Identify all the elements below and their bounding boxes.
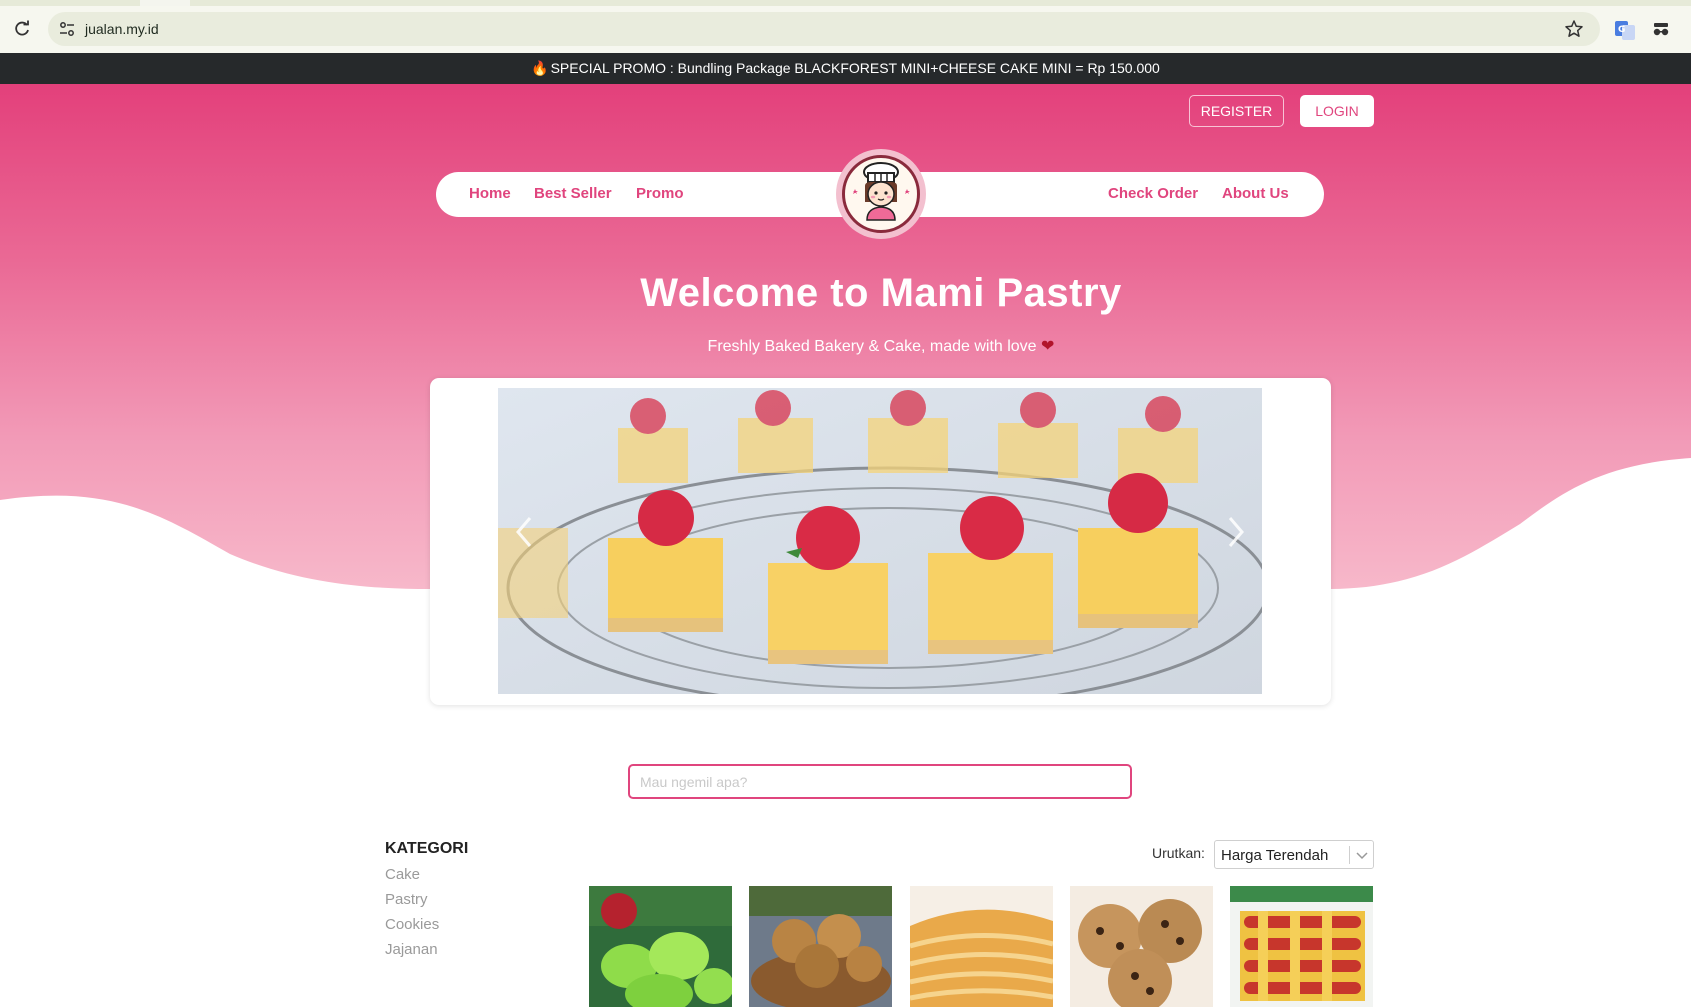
svg-text:G: G [1618,25,1625,35]
sesame-balls-photo [749,886,892,1007]
product-card[interactable] [1070,886,1213,1007]
sort-selected-value: Harga Terendah [1221,847,1329,864]
translate-extension-icon[interactable]: G [1614,19,1636,41]
lemon-bars-raspberry-photo [498,388,1262,694]
hero-title: Welcome to Mami Pastry [640,271,1122,315]
nav-best-seller[interactable]: Best Seller [534,185,612,202]
reload-icon[interactable] [12,19,32,39]
category-title: KATEGORI [385,840,469,857]
nav-check-order[interactable]: Check Order [1108,185,1198,202]
chef-girl-icon [853,162,910,221]
nav-about-us[interactable]: About Us [1222,185,1289,202]
category-pastry[interactable]: Pastry [385,891,428,908]
bookmark-star-icon[interactable] [1564,19,1584,39]
green-pandan-bundt-cakes-photo [589,886,732,1007]
sort-select[interactable]: Harga Terendah [1214,840,1374,869]
sort-separator [1349,846,1350,864]
flaky-pastry-photo [910,886,1053,1007]
register-button[interactable]: REGISTER [1189,95,1284,127]
category-jajanan[interactable]: Jajanan [385,941,438,958]
promo-banner: 🔥 SPECIAL PROMO : Bundling Package BLACKF… [0,53,1691,84]
carousel-slide-image [498,388,1262,694]
hero-subtitle: Freshly Baked Bakery & Cake, made with l… [0,336,1691,356]
product-card[interactable] [910,886,1053,1007]
browser-toolbar: jualan.my.id G [0,6,1691,53]
search-input[interactable] [628,764,1132,799]
nav-promo[interactable]: Promo [636,185,684,202]
url-text[interactable]: jualan.my.id [85,21,159,37]
hero-subtitle-text: Freshly Baked Bakery & Cake, made with l… [707,338,1037,355]
sort-label: Urutkan: [1152,845,1205,861]
site-settings-icon[interactable] [58,20,76,38]
category-cake[interactable]: Cake [385,866,420,883]
product-card[interactable] [749,886,892,1007]
woven-sausage-pastry-photo [1230,886,1373,1007]
address-bar[interactable]: jualan.my.id [48,12,1600,46]
product-card[interactable] [589,886,732,1007]
carousel [430,378,1331,705]
product-card[interactable] [1230,886,1373,1007]
fire-icon: 🔥 [531,60,549,76]
category-cookies[interactable]: Cookies [385,916,439,933]
heart-icon: ❤ [1041,338,1055,355]
chevron-right-icon[interactable] [1220,512,1250,552]
nav-home[interactable]: Home [469,185,511,202]
chocolate-chip-cookies-photo [1070,886,1213,1007]
login-button[interactable]: LOGIN [1300,95,1374,127]
incognito-extension-icon[interactable] [1650,20,1672,40]
chevron-left-icon[interactable] [510,512,540,552]
chef-girl-logo[interactable] [836,149,926,239]
promo-text: SPECIAL PROMO : Bundling Package BLACKFO… [550,60,1160,76]
logo-badge [842,155,920,233]
chevron-down-icon [1356,852,1368,860]
